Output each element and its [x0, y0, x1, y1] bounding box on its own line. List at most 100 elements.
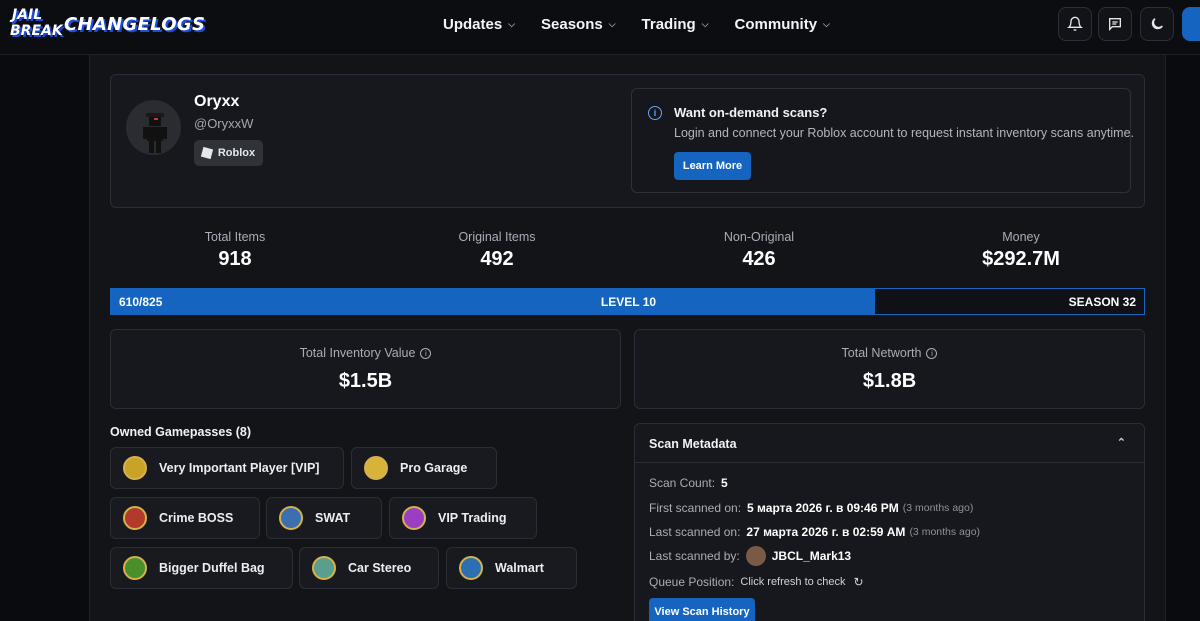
- gamepass-vip[interactable]: Very Important Player [VIP]: [110, 447, 344, 489]
- username-handle: @OryxxW: [194, 116, 254, 131]
- first-scanned-value: 5 марта 2026 г. в 09:46 PM: [747, 501, 899, 515]
- info-icon[interactable]: i: [926, 348, 938, 359]
- nav-community[interactable]: Community ⌵: [735, 16, 830, 33]
- stat-value: $292.7M: [982, 248, 1060, 270]
- chevron-down-icon: ⌵: [701, 19, 709, 29]
- roblox-label: Roblox: [217, 147, 256, 159]
- nav-seasons[interactable]: Seasons ⌵: [541, 16, 616, 33]
- chevron-down-icon: ⌵: [608, 19, 616, 29]
- first-scanned-row: First scanned on: 5 марта 2026 г. в 09:4…: [649, 501, 973, 515]
- level-progress-bar: LEVEL 10 610/825 SEASON 32: [110, 288, 1145, 315]
- scan-metadata-card: Scan Metadata ⌃ Scan Count: 5 First scan…: [634, 423, 1145, 621]
- avatar: [126, 100, 181, 155]
- scanner-name[interactable]: JBCL_Mark13: [772, 549, 851, 563]
- last-scanned-value: 27 марта 2026 г. в 02:59 AM: [746, 525, 906, 539]
- queue-position-row: Queue Position: Click refresh to check ↻: [649, 575, 864, 589]
- bell-icon: [1067, 16, 1083, 31]
- chevron-down-icon: ⌵: [508, 19, 516, 29]
- moon-icon: [1151, 18, 1163, 30]
- logo-line2: BREAK: [10, 23, 63, 39]
- networth-value: $1.8B: [862, 370, 917, 392]
- gamepass-vip-trading[interactable]: VIP Trading: [389, 497, 537, 539]
- stat-money: Money $292.7M: [921, 230, 1121, 271]
- top-navbar: JAIL BREAK CHANGELOGS Updates ⌵ Seasons ⌵ …: [0, 0, 1200, 55]
- site-name: CHANGELOGS: [64, 13, 206, 35]
- walmart-icon: [459, 556, 483, 580]
- logo-line1: JAIL: [12, 7, 43, 23]
- stat-total-items: Total Items 918: [135, 230, 335, 271]
- gamepass-walmart[interactable]: Walmart: [446, 547, 577, 589]
- queue-position-value: Click refresh to check: [740, 576, 846, 588]
- profile-card: Oryxx @OryxxW Roblox i Want on-demand sc…: [110, 74, 1145, 208]
- inventory-value-label: Total Inventory Value: [299, 346, 416, 360]
- scan-count-label: Scan Count:: [649, 476, 716, 490]
- roblox-profile-link[interactable]: Roblox: [194, 140, 263, 166]
- roblox-icon: [200, 146, 213, 160]
- messages-button[interactable]: [1098, 7, 1132, 41]
- site-logo[interactable]: JAIL BREAK CHANGELOGS: [8, 7, 205, 41]
- vip-gamepass-icon: [123, 456, 147, 480]
- inventory-value: $1.5B: [338, 370, 393, 392]
- refresh-icon[interactable]: ↻: [854, 575, 864, 589]
- stat-value: 492: [480, 248, 514, 270]
- nav-seasons-label: Seasons: [541, 16, 603, 33]
- scanner-avatar: [745, 546, 766, 566]
- notifications-button[interactable]: [1058, 7, 1092, 41]
- swat-icon: [279, 506, 303, 530]
- last-scanned-by-label: Last scanned by:: [649, 549, 740, 563]
- account-button[interactable]: [1182, 7, 1200, 41]
- gamepass-crime-boss[interactable]: Crime BOSS: [110, 497, 260, 539]
- chevron-up-icon: ⌃: [1116, 437, 1126, 449]
- stat-label: Money: [1002, 230, 1040, 244]
- gamepasses-title: Owned Gamepasses (8): [110, 425, 252, 439]
- info-icon[interactable]: i: [420, 348, 432, 359]
- scan-count-value: 5: [721, 476, 728, 490]
- last-scanned-by-row: Last scanned by: JBCL_Mark13: [649, 546, 851, 566]
- nav-updates[interactable]: Updates ⌵: [443, 16, 515, 33]
- networth-card: Total Networth i $1.8B: [634, 329, 1145, 409]
- queue-position-label: Queue Position:: [649, 575, 735, 589]
- duffel-bag-icon: [123, 556, 147, 580]
- chevron-down-icon: ⌵: [823, 19, 830, 29]
- scan-count-row: Scan Count: 5: [649, 476, 728, 490]
- nav-trading-label: Trading: [641, 16, 696, 33]
- nav-updates-label: Updates: [443, 16, 503, 33]
- stat-value: 918: [218, 248, 252, 270]
- level-label: LEVEL 10: [600, 295, 657, 309]
- last-scanned-label: Last scanned on:: [649, 525, 741, 539]
- learn-more-button[interactable]: Learn More: [674, 152, 751, 180]
- jailbreak-logo: JAIL BREAK: [8, 7, 63, 41]
- notice-title: Want on-demand scans?: [674, 105, 828, 120]
- gamepass-name: Crime BOSS: [159, 511, 234, 525]
- crime-boss-icon: [123, 506, 147, 530]
- first-scanned-ago: (3 months ago): [902, 502, 974, 514]
- theme-toggle-button[interactable]: [1140, 7, 1174, 41]
- display-name: Oryxx: [194, 93, 240, 110]
- last-scanned-row: Last scanned on: 27 марта 2026 г. в 02:5…: [649, 525, 980, 539]
- stat-label: Non-Original: [723, 230, 795, 244]
- stat-label: Original Items: [458, 230, 536, 244]
- gamepass-car-stereo[interactable]: Car Stereo: [299, 547, 439, 589]
- gamepass-name: Car Stereo: [348, 561, 412, 575]
- gamepass-name: SWAT: [315, 511, 351, 525]
- nav-trading[interactable]: Trading ⌵: [642, 16, 709, 33]
- gamepass-swat[interactable]: SWAT: [266, 497, 382, 539]
- gamepass-name: Very Important Player [VIP]: [159, 461, 320, 475]
- car-stereo-icon: [312, 556, 336, 580]
- gamepass-pro-garage[interactable]: Pro Garage: [351, 447, 497, 489]
- on-demand-scan-notice: i Want on-demand scans? Login and connec…: [631, 88, 1134, 193]
- inventory-value-card: Total Inventory Value i $1.5B: [110, 329, 621, 409]
- gamepass-name: Walmart: [495, 561, 544, 575]
- last-scanned-ago: (3 months ago): [909, 526, 981, 538]
- view-scan-history-button[interactable]: View Scan History: [649, 598, 755, 621]
- vip-trading-icon: [402, 506, 426, 530]
- first-scanned-label: First scanned on:: [649, 501, 742, 515]
- xp-label: 610/825: [119, 295, 163, 309]
- notice-text: Login and connect your Roblox account to…: [674, 126, 1134, 140]
- networth-label: Total Networth: [841, 346, 922, 360]
- gamepass-bigger-duffel-bag[interactable]: Bigger Duffel Bag: [110, 547, 293, 589]
- info-icon: i: [648, 106, 662, 120]
- networth-label-row: Total Networth i: [635, 346, 1144, 360]
- chat-icon: [1109, 18, 1121, 31]
- scan-metadata-header[interactable]: Scan Metadata ⌃: [635, 424, 1144, 463]
